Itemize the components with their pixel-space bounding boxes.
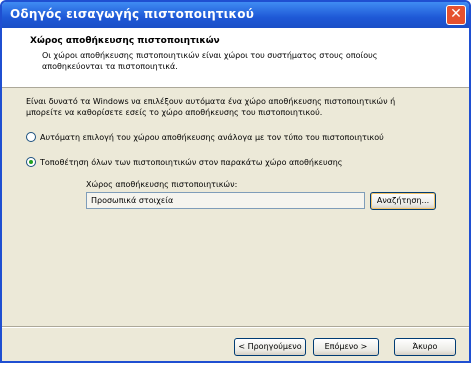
cancel-button[interactable]: Άκυρο [394, 338, 456, 356]
certificate-store-field[interactable]: Προσωπικά στοιχεία [86, 192, 365, 209]
radio-option-manual[interactable]: Τοποθέτηση όλων των πιστοποιητικών στον … [26, 157, 342, 167]
page-description: Οι χώροι αποθήκευσης πιστοποιητικών είνα… [42, 51, 378, 71]
footer-divider [2, 326, 469, 328]
wizard-header: Χώρος αποθήκευσης πιστοποιητικών Οι χώρο… [2, 28, 469, 88]
certificate-import-wizard-window: Οδηγός εισαγωγής πιστοποιητικού ✕ Χώρος … [0, 0, 471, 363]
intro-text: Είναι δυνατό τα Windows να επιλέξουν αυτ… [26, 97, 396, 117]
next-button[interactable]: Επόμενο > [313, 338, 379, 356]
window-title: Οδηγός εισαγωγής πιστοποιητικού [10, 7, 255, 21]
back-button[interactable]: < Προηγούμενο [234, 338, 306, 356]
page-title: Χώρος αποθήκευσης πιστοποιητικών [30, 36, 220, 46]
radio-auto-indicator[interactable] [26, 132, 36, 142]
title-bar[interactable]: Οδηγός εισαγωγής πιστοποιητικού ✕ [2, 2, 469, 28]
radio-auto-label[interactable]: Αυτόματη επιλογή του χώρου αποθήκευσης α… [40, 133, 384, 142]
browse-button[interactable]: Αναζήτηση... [370, 192, 436, 210]
store-label: Χώρος αποθήκευσης πιστοποιητικών: [86, 180, 238, 189]
radio-option-auto[interactable]: Αυτόματη επιλογή του χώρου αποθήκευσης α… [26, 132, 384, 142]
close-button[interactable]: ✕ [446, 5, 466, 25]
radio-manual-indicator[interactable] [26, 157, 36, 167]
radio-manual-label[interactable]: Τοποθέτηση όλων των πιστοποιητικών στον … [40, 158, 342, 167]
